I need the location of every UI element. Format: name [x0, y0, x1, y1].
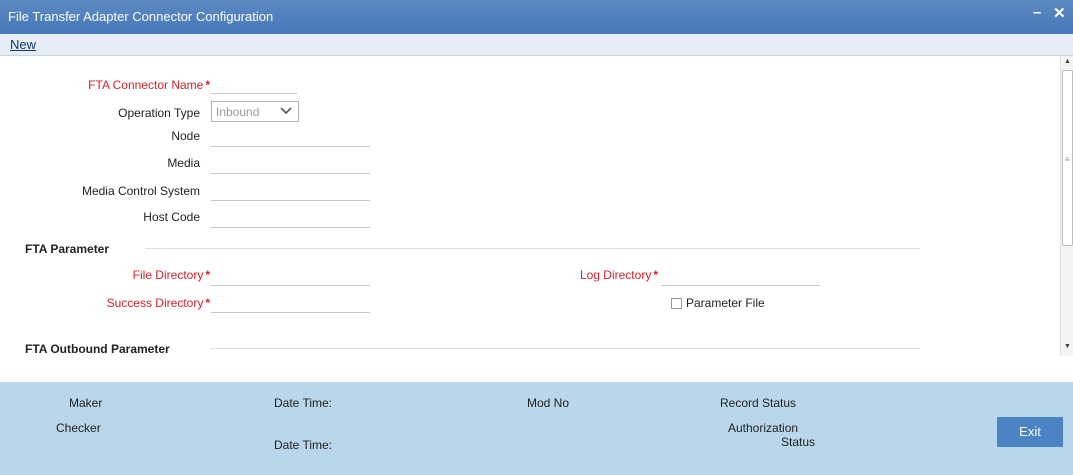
maker-label: Maker	[69, 396, 103, 410]
audit-footer: Maker Checker Date Time: Date Time: Mod …	[0, 382, 1073, 475]
file-directory-label: File Directory *	[133, 268, 210, 282]
host-code-label: Host Code	[143, 210, 200, 224]
window-title: File Transfer Adapter Connector Configur…	[8, 9, 274, 24]
operation-type-label: Operation Type	[118, 106, 200, 120]
media-input[interactable]	[211, 154, 370, 174]
node-label: Node	[171, 129, 200, 143]
scroll-down-arrow-icon[interactable]: ▼	[1064, 343, 1071, 350]
required-marker: *	[653, 268, 658, 282]
file-directory-input[interactable]	[211, 266, 370, 286]
media-control-system-label: Media Control System	[81, 184, 200, 198]
success-directory-label-text: Success Directory	[106, 296, 204, 310]
file-directory-label-text: File Directory	[132, 268, 204, 282]
log-directory-label-text: Log Directory	[579, 268, 652, 282]
fta-parameter-divider	[145, 248, 920, 249]
authorization-status-label-line2: Status	[781, 435, 816, 449]
exit-button[interactable]: Exit	[997, 417, 1063, 447]
fta-parameter-heading: FTA Parameter	[25, 242, 110, 256]
host-code-input[interactable]	[211, 208, 370, 228]
new-link[interactable]: New	[10, 37, 36, 52]
success-directory-label: Success Directory *	[107, 296, 210, 310]
required-marker: *	[205, 268, 210, 282]
media-control-system-input[interactable]	[211, 181, 370, 201]
mod-no-label: Mod No	[527, 396, 570, 410]
required-marker: *	[205, 78, 210, 92]
chevron-down-icon	[279, 102, 293, 123]
minimize-icon[interactable]: –	[1033, 4, 1041, 21]
parameter-file-checkbox[interactable]	[671, 298, 682, 309]
log-directory-input[interactable]	[661, 266, 820, 286]
scroll-up-arrow-icon[interactable]: ▲	[1064, 58, 1071, 65]
form-content: FTA Connector Name * Operation Type Inbou…	[0, 56, 1060, 356]
menu-bar: New	[0, 34, 1073, 56]
record-status-label: Record Status	[720, 396, 797, 410]
connector-name-label: FTA Connector Name *	[88, 78, 210, 92]
fta-outbound-divider	[210, 348, 920, 349]
fta-outbound-parameter-heading: FTA Outbound Parameter	[25, 342, 170, 356]
maker-date-time-label: Date Time:	[274, 396, 333, 410]
parameter-file-label: Parameter File	[686, 296, 765, 310]
checker-label: Checker	[56, 421, 101, 435]
scrollbar-grip-icon: ≡	[1065, 155, 1070, 164]
log-directory-label: Log Directory *	[580, 268, 658, 282]
operation-type-value: Inbound	[216, 105, 260, 119]
operation-type-select[interactable]: Inbound	[211, 101, 299, 122]
window-title-bar: File Transfer Adapter Connector Configur…	[0, 0, 1073, 34]
success-directory-input[interactable]	[211, 293, 370, 313]
vertical-scrollbar[interactable]: ▲ ≡ ▼	[1060, 56, 1073, 356]
scrollbar-thumb[interactable]: ≡	[1062, 70, 1073, 246]
connector-name-input[interactable]	[211, 74, 297, 94]
required-marker: *	[205, 296, 210, 310]
connector-name-label-text: FTA Connector Name	[88, 78, 204, 92]
authorization-status-label-line1: Authorization	[728, 421, 799, 435]
media-label: Media	[167, 156, 200, 170]
close-icon[interactable]: ✕	[1053, 4, 1066, 22]
checker-date-time-label: Date Time:	[274, 438, 333, 452]
node-input[interactable]	[211, 127, 370, 147]
